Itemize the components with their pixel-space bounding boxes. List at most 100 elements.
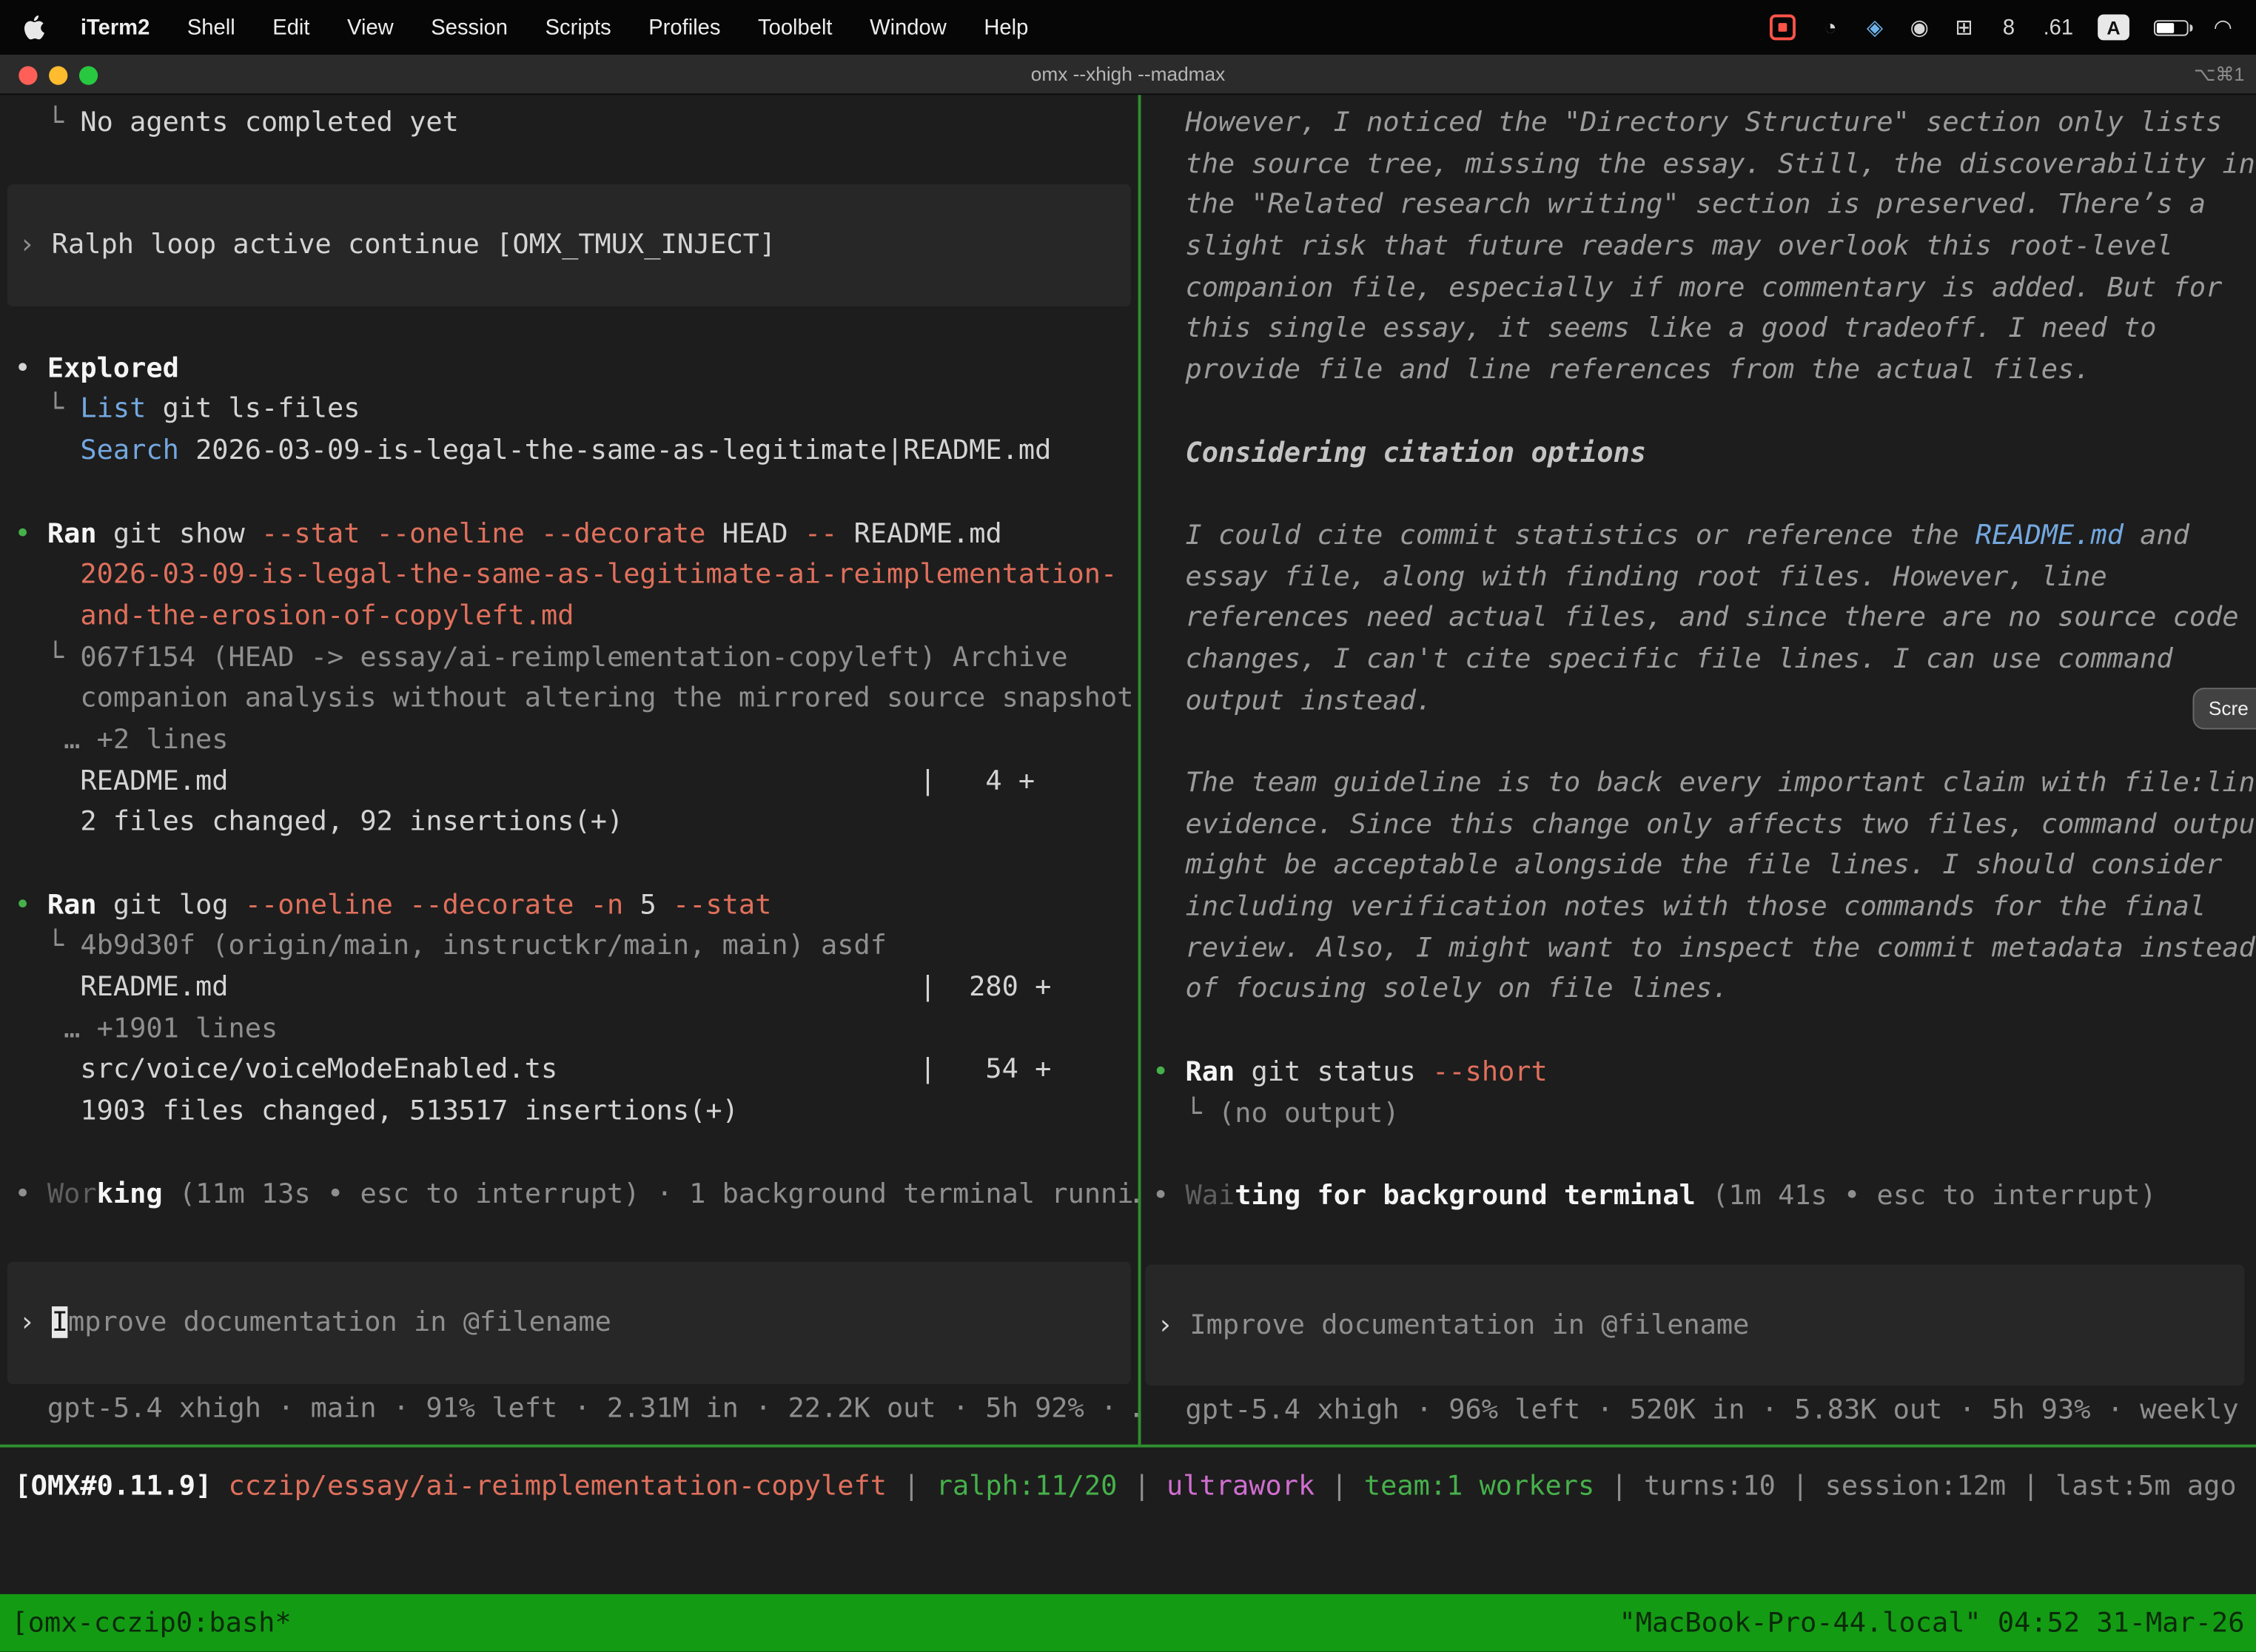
input-source-icon[interactable]: A [2098, 14, 2129, 40]
menu-item-edit[interactable]: Edit [272, 15, 309, 39]
apps-grid-icon[interactable]: ⊞ [1954, 12, 1974, 44]
text-segment: However, I noticed the "Directory Struct… [1152, 107, 2222, 138]
menu-item-shell[interactable]: Shell [187, 15, 235, 39]
traffic-lights [19, 65, 98, 84]
text-segment: › [1157, 1309, 1189, 1340]
menu-item-session[interactable]: Session [431, 15, 508, 39]
text-segment: mprove documentation in @filename [68, 1306, 611, 1338]
text-segment: including verification notes with those … [1152, 890, 2206, 922]
right-pane[interactable]: However, I noticed the "Directory Struct… [1141, 95, 2256, 1444]
text-segment: Considering citation options [1152, 437, 1646, 469]
terminal-line: └ No agents completed yet [14, 102, 1138, 144]
text-segment: output instead. [1152, 685, 1432, 716]
terminal-line: └ List git ls-files [14, 389, 1138, 431]
text-segment: List [80, 394, 146, 426]
compass-icon[interactable]: ◉ [1910, 12, 1930, 44]
menu-item-profiles[interactable]: Profiles [648, 15, 720, 39]
text-segment: • [14, 1178, 47, 1209]
text-segment: might be acceptable alongside the file l… [1152, 850, 2222, 882]
text-segment: Ralph loop active continue [OMX_TMUX_INJ… [52, 229, 776, 261]
text-segment: • [14, 889, 47, 921]
terminal-line: └ 4b9d30f (origin/main, instructkr/main,… [14, 926, 1138, 967]
terminal-line: … +2 lines [14, 719, 1138, 761]
menu-item-iterm2[interactable]: iTerm2 [81, 15, 150, 39]
mode-label: ultrawork [1166, 1471, 1315, 1502]
text-segment: Ran [47, 517, 97, 549]
left-pane[interactable]: └ No agents completed yet › Ralph loop ac… [0, 95, 1138, 1444]
text-segment: --stat [673, 889, 771, 921]
text-segment: (no output) [1218, 1097, 1400, 1129]
text-segment: changes, I can't cite specific file line… [1152, 643, 2173, 675]
prompt-input[interactable]: › Improve documentation in @filename [1145, 1264, 2244, 1386]
text-segment: --short [1432, 1055, 1548, 1087]
wifi-icon[interactable]: ◠ [2213, 12, 2233, 44]
terminal-line: However, I noticed the "Directory Struct… [1152, 102, 2256, 144]
tab-shortcut: ⌥⌘1 [2194, 55, 2244, 93]
menu-item-view[interactable]: View [347, 15, 394, 39]
last-activity: last:5m ago [2055, 1471, 2237, 1502]
terminal-line [14, 843, 1138, 884]
text-segment: └ [14, 930, 80, 961]
text-segment: king [97, 1178, 163, 1209]
terminal-line: the source tree, missing the essay. Stil… [1152, 144, 2256, 185]
text-segment: 5 [623, 889, 673, 921]
text-segment: companion analysis without altering the … [14, 682, 1133, 714]
terminal-line: references need actual files, and since … [1152, 597, 2256, 639]
text-segment: … +2 lines [14, 724, 228, 756]
menu-bar-status-icons: ◔ ◈ ◉ ⊞ 8 .61 A ◠ [1770, 12, 2233, 44]
terminal-line: … +1901 lines [14, 1008, 1138, 1050]
text-segment: git ls-files [146, 394, 360, 426]
terminal-line: I could cite commit statistics or refere… [1152, 515, 2256, 557]
password-key-icon[interactable]: 8 [1998, 12, 2018, 44]
text-segment: README.md | 4 + [14, 765, 1035, 796]
terminal: └ No agents completed yet › Ralph loop ac… [0, 95, 2256, 1651]
screenshot-toast[interactable]: Scre [2192, 688, 2256, 729]
text-segment: • [14, 517, 47, 549]
terminal-line: 1903 files changed, 513517 insertions(+) [14, 1091, 1138, 1132]
menu-item-help[interactable]: Help [984, 15, 1028, 39]
battery-percent-label[interactable]: .61 [2044, 12, 2074, 44]
terminal-line: 2 files changed, 92 insertions(+) [14, 802, 1138, 843]
turns-counter: turns:10 [1644, 1471, 1776, 1502]
text-segment: 1903 files changed, 513517 insertions(+) [14, 1095, 738, 1127]
text-segment: and [2124, 519, 2189, 551]
text-segment: └ [14, 394, 80, 426]
menu-item-toolbelt[interactable]: Toolbelt [758, 15, 833, 39]
terminal-line [1152, 1134, 2256, 1175]
text-segment: Improve documentation in @filename [1189, 1309, 1749, 1340]
terminal-line: › Improve documentation in @filename [19, 1303, 1131, 1344]
screen-recording-indicator[interactable] [1770, 12, 1796, 44]
terminal-line: of focusing solely on file lines. [1152, 969, 2256, 1010]
terminal-line: output instead. [1152, 680, 2256, 722]
minimize-button[interactable] [49, 65, 67, 84]
terminal-line: › Ralph loop active continue [OMX_TMUX_I… [19, 225, 1131, 266]
text-segment: └ [1152, 1097, 1218, 1129]
text-segment: 2026-03-09-is-legal-the-same-as-legitima… [179, 434, 1052, 466]
pie-chart-icon[interactable]: ◔ [1820, 12, 1840, 44]
text-segment: Ran [1186, 1055, 1235, 1087]
terminal-line [14, 144, 1138, 185]
terminal-line [14, 471, 1138, 513]
close-button[interactable] [19, 65, 37, 84]
prompt-input[interactable]: › Improve documentation in @filename [7, 1262, 1131, 1384]
terminal-line: this single essay, it seems like a good … [1152, 309, 2256, 350]
omx-status-bar: [OMX#0.11.9] cczip/essay/ai-reimplementa… [14, 1466, 2256, 1508]
text-segment: git log [97, 889, 245, 921]
battery-icon[interactable] [2154, 12, 2189, 44]
text-segment: Wor [47, 1178, 97, 1209]
text-segment [14, 559, 80, 591]
text-segment: The team guideline is to back every impo… [1152, 767, 2256, 799]
airdrop-icon[interactable]: ◈ [1865, 12, 1885, 44]
agent-reasoning: However, I noticed the "Directory Struct… [1152, 102, 2256, 1217]
zoom-button[interactable] [79, 65, 98, 84]
menu-items: iTerm2 Shell Edit View Session Scripts Profile… [81, 15, 1028, 39]
menu-item-scripts[interactable]: Scripts [545, 15, 611, 39]
apple-menu-icon[interactable] [23, 13, 49, 41]
text-segment: git status [1235, 1055, 1432, 1087]
text-segment: • [1152, 1180, 1185, 1212]
terminal-line: gpt-5.4 xhigh · main · 91% left · 2.31M … [14, 1389, 1138, 1430]
menu-item-window[interactable]: Window [870, 15, 947, 39]
terminal-line: slight risk that future readers may over… [1152, 226, 2256, 267]
terminal-line [14, 306, 1138, 348]
terminal-line: review. Also, I might want to inspect th… [1152, 927, 2256, 969]
